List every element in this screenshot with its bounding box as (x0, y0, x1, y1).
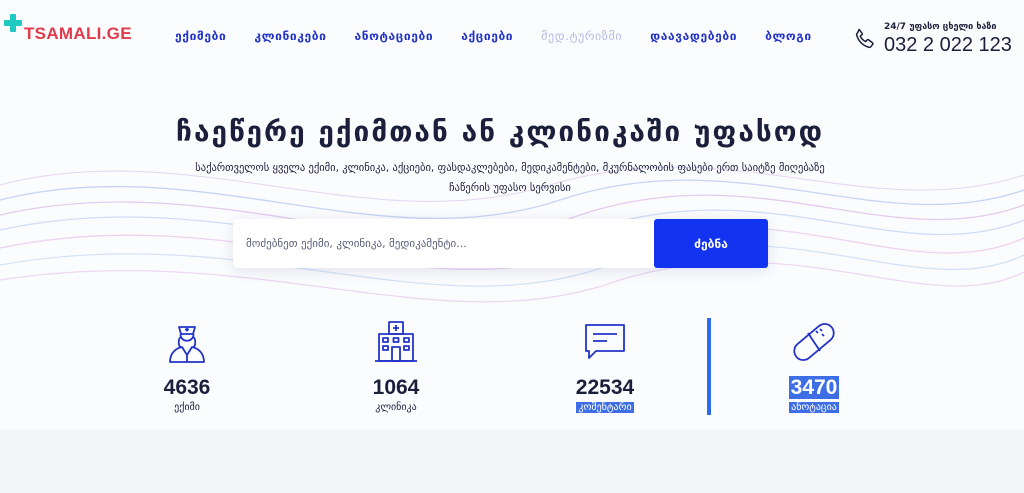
hero-title: ჩაეწერე ექიმთან ან კლინიკაში უფასოდ (176, 115, 824, 148)
main-nav: ექიმები კლინიკები ანოტაციები აქციები მედ… (175, 29, 840, 43)
nav-blog[interactable]: ბლოგი (765, 29, 812, 43)
stat-value-text: 3470 (788, 376, 840, 399)
hotline-number[interactable]: 032 2 022 123 (884, 34, 1012, 57)
search-button[interactable]: ძებნა (654, 219, 768, 268)
medical-cross-icon (4, 14, 22, 32)
stat-label: ექიმი (174, 402, 200, 413)
stat-annotations[interactable]: 3470 ანოტაცია (749, 317, 879, 415)
stat-value: 4636 (163, 376, 211, 399)
logo-text: TSAMALI.GE (24, 24, 132, 43)
nav-medical-tourism[interactable]: მედ.ტურიზმი (541, 29, 622, 43)
site-logo[interactable]: TSAMALI.GE (4, 12, 132, 44)
stat-label-text: ანოტაცია (789, 402, 839, 413)
search-input[interactable] (233, 219, 653, 268)
footer-band (0, 430, 1024, 493)
stat-value: 3470 (749, 376, 879, 399)
stat-doctors[interactable]: 4636 ექიმი (122, 317, 252, 415)
stat-label: კლინიკა (375, 402, 417, 413)
site-header: TSAMALI.GE ექიმები კლინიკები ანოტაციები … (0, 0, 1024, 78)
doctor-icon (169, 326, 205, 363)
phone-icon (855, 28, 874, 49)
nav-annotations[interactable]: ანოტაციები (355, 29, 434, 43)
stat-label: კომენტარი (540, 400, 670, 415)
stat-clinics[interactable]: 1064 კლინიკა (331, 317, 461, 415)
stat-label-text: კომენტარი (576, 402, 634, 413)
stat-value: 1064 (372, 376, 420, 399)
nav-diseases[interactable]: დაავადებები (650, 29, 737, 43)
stat-value: 22534 (575, 376, 635, 399)
comment-icon (585, 324, 625, 359)
stat-comments[interactable]: 22534 კომენტარი (540, 317, 670, 415)
page: TSAMALI.GE ექიმები კლინიკები ანოტაციები … (0, 0, 1024, 493)
stat-divider (707, 318, 711, 415)
hotline[interactable]: 24/7 უფასო ცხელი ხაზი 032 2 022 123 (852, 22, 1024, 62)
pill-icon (793, 323, 835, 361)
stat-label: ანოტაცია (749, 400, 879, 415)
hospital-icon (375, 321, 417, 362)
nav-promotions[interactable]: აქციები (461, 29, 513, 43)
hero-subtitle: საქართველოს ყველა ექიმი, კლინიკა, აქციებ… (195, 162, 825, 194)
nav-doctors[interactable]: ექიმები (175, 29, 226, 43)
search-bar: ძებნა (233, 219, 768, 268)
hotline-caption: 24/7 უფასო ცხელი ხაზი (884, 22, 997, 32)
nav-clinics[interactable]: კლინიკები (254, 29, 326, 43)
